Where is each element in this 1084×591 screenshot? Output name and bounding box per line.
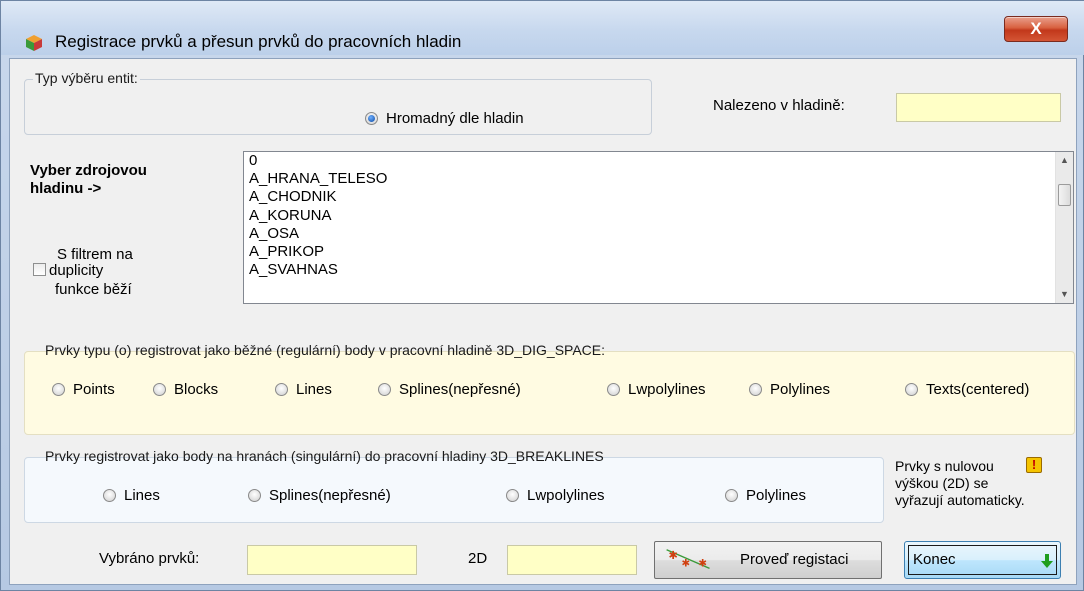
selected-count-label: Vybráno prvků:: [99, 550, 200, 567]
found-in-layer-field[interactable]: [896, 93, 1061, 122]
duplicity-filter-line2: duplicity: [49, 262, 104, 279]
source-layer-listbox[interactable]: 0 A_HRANA_TELESO A_CHODNIK A_KORUNA A_OS…: [243, 151, 1074, 304]
radio-regular-points[interactable]: Points: [52, 381, 115, 398]
zero-height-note-line2: výškou (2D) se: [895, 475, 989, 491]
app-icon: [26, 35, 42, 51]
source-layer-label-line1: Vyber zdrojovou: [30, 162, 147, 179]
scroll-thumb[interactable]: [1058, 184, 1071, 206]
radio-regular-lines-dot[interactable]: [275, 383, 288, 396]
duplicity-filter-line1: S filtrem na: [57, 246, 133, 263]
radio-regular-texts[interactable]: Texts(centered): [905, 381, 1029, 398]
title-bar[interactable]: Registrace prvků a přesun prvků do praco…: [1, 1, 1084, 55]
radio-regular-blocks[interactable]: Blocks: [153, 381, 218, 398]
list-item[interactable]: A_OSA: [244, 225, 1073, 243]
listbox-scrollbar[interactable]: ▲ ▼: [1055, 152, 1073, 303]
radio-regular-lines[interactable]: Lines: [275, 381, 332, 398]
register-button[interactable]: ✱ ✱ ✱ Proveď registaci: [654, 541, 882, 579]
selection-type-group: Typ výběru entit: Hromadný dle hladin: [24, 70, 652, 135]
source-layer-label-line2: hladinu ->: [30, 180, 102, 197]
radio-break-lines-label: Lines: [124, 487, 160, 504]
selection-type-legend: Typ výběru entit:: [33, 70, 140, 86]
radio-break-splines-dot[interactable]: [248, 489, 261, 502]
found-in-layer-label: Nalezeno v hladině:: [713, 97, 845, 114]
arrow-down-icon: [1041, 554, 1053, 568]
list-item[interactable]: A_KORUNA: [244, 207, 1073, 225]
radio-regular-blocks-dot[interactable]: [153, 383, 166, 396]
radio-regular-polylines[interactable]: Polylines: [749, 381, 830, 398]
duplicity-filter-line3: funkce běží: [55, 281, 132, 298]
radio-break-polylines-label: Polylines: [746, 487, 807, 504]
warning-icon: !: [1026, 457, 1042, 473]
radio-regular-lwpolylines-label: Lwpolylines: [628, 381, 706, 398]
radio-regular-lwpolylines-dot[interactable]: [607, 383, 620, 396]
sparkle-icon: ✱ ✱ ✱: [666, 549, 710, 570]
regular-points-group: Prvky typu (o) registrovat jako běžné (r…: [24, 342, 1075, 435]
radio-hromadny-label: Hromadný dle hladin: [386, 110, 524, 127]
breaklines-group: Prvky registrovat jako body na hranách (…: [24, 448, 884, 523]
radio-regular-lines-label: Lines: [296, 381, 332, 398]
radio-break-lines-dot[interactable]: [103, 489, 116, 502]
radio-regular-points-label: Points: [73, 381, 115, 398]
svg-text:✱: ✱: [668, 549, 677, 562]
radio-break-splines-label: Splines(nepřesné): [269, 487, 391, 504]
list-item[interactable]: 0: [244, 152, 1073, 170]
duplicity-filter-checkbox[interactable]: [33, 263, 46, 276]
dialog-client-area: Typ výběru entit: Hromadný dle hladin Na…: [9, 58, 1077, 585]
radio-regular-polylines-label: Polylines: [770, 381, 831, 398]
radio-break-splines[interactable]: Splines(nepřesné): [248, 487, 391, 504]
twod-label: 2D: [468, 550, 488, 567]
scroll-down-icon[interactable]: ▼: [1056, 286, 1073, 303]
radio-regular-points-dot[interactable]: [52, 383, 65, 396]
selected-count-field[interactable]: [247, 545, 417, 575]
radio-break-polylines-dot[interactable]: [725, 489, 738, 502]
radio-break-polylines[interactable]: Polylines: [725, 487, 806, 504]
window-title: Registrace prvků a přesun prvků do praco…: [55, 32, 462, 51]
scroll-up-icon[interactable]: ▲: [1056, 152, 1073, 169]
breaklines-legend: Prvky registrovat jako body na hranách (…: [45, 448, 604, 464]
radio-break-lwpolylines-label: Lwpolylines: [527, 487, 605, 504]
dialog-window: Registrace prvků a přesun prvků do praco…: [0, 0, 1084, 591]
radio-regular-blocks-label: Blocks: [174, 381, 219, 398]
regular-points-legend: Prvky typu (o) registrovat jako běžné (r…: [45, 342, 605, 358]
zero-height-note-line3: vyřazují automaticky.: [895, 492, 1025, 508]
zero-height-note-line1: Prvky s nulovou: [895, 458, 994, 474]
svg-text:✱: ✱: [682, 558, 691, 570]
radio-regular-splines-dot[interactable]: [378, 383, 391, 396]
radio-regular-splines-label: Splines(nepřesné): [399, 381, 521, 398]
radio-regular-lwpolylines[interactable]: Lwpolylines: [607, 381, 706, 398]
list-item[interactable]: A_CHODNIK: [244, 188, 1073, 206]
radio-regular-texts-dot[interactable]: [905, 383, 918, 396]
radio-regular-texts-label: Texts(centered): [926, 381, 1030, 398]
radio-regular-splines[interactable]: Splines(nepřesné): [378, 381, 521, 398]
twod-field[interactable]: [507, 545, 637, 575]
radio-break-lines[interactable]: Lines: [103, 487, 160, 504]
list-item[interactable]: A_PRIKOP: [244, 243, 1073, 261]
list-item[interactable]: A_SVAHNAS: [244, 261, 1073, 279]
radio-break-lwpolylines-dot[interactable]: [506, 489, 519, 502]
end-button[interactable]: Konec: [904, 541, 1061, 579]
register-button-label: Proveď registaci: [740, 551, 849, 568]
svg-text:✱: ✱: [698, 558, 707, 570]
list-item[interactable]: A_HRANA_TELESO: [244, 170, 1073, 188]
radio-break-lwpolylines[interactable]: Lwpolylines: [506, 487, 605, 504]
radio-hromadny[interactable]: Hromadný dle hladin: [365, 110, 524, 127]
end-button-label: Konec: [913, 551, 956, 568]
radio-regular-polylines-dot[interactable]: [749, 383, 762, 396]
close-button[interactable]: X: [1004, 16, 1068, 42]
radio-hromadny-dot[interactable]: [365, 112, 378, 125]
